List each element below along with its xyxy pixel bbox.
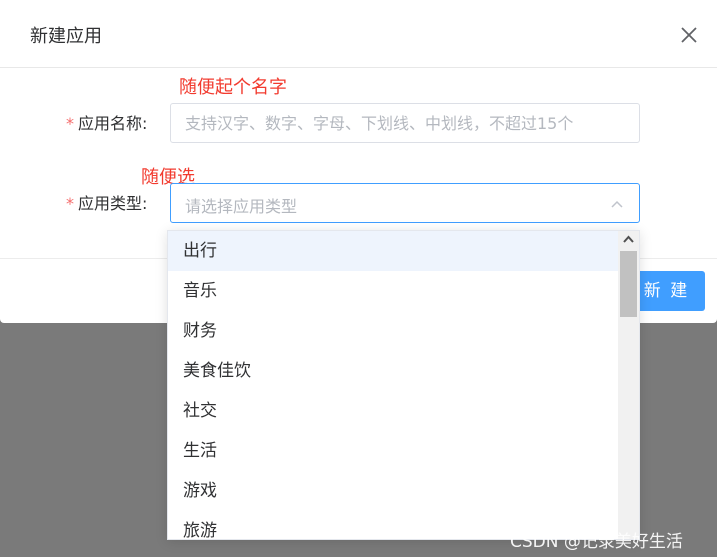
dropdown-option[interactable]: 出行 (168, 231, 618, 271)
required-mark: * (66, 114, 74, 133)
app-type-label: * 应用类型: (66, 194, 147, 214)
dropdown-option[interactable]: 社交 (168, 391, 618, 431)
page: 新建应用 随便起个名字 *应用名称: 随便选 *应用类型: 请选择应用类型 (0, 0, 717, 557)
scroll-up-icon[interactable] (618, 231, 639, 249)
app-type-dropdown: 出行 音乐 财务 美食佳饮 社交 生活 游戏 旅游 (167, 230, 640, 540)
scrollbar-thumb[interactable] (620, 251, 637, 317)
dialog-title: 新建应用 (30, 26, 102, 47)
chevron-up-icon (609, 196, 625, 212)
dialog-header: 新建应用 (0, 0, 717, 68)
dropdown-option[interactable]: 音乐 (168, 271, 618, 311)
app-name-label-text: 应用名称: (78, 114, 148, 133)
app-type-select-placeholder: 请选择应用类型 (185, 197, 298, 216)
app-type-label-text: 应用类型: (78, 194, 148, 213)
dropdown-scrollbar[interactable] (618, 231, 639, 539)
name-hint-annotation: 随便起个名字 (179, 77, 287, 98)
watermark: CSDN @记录美好生活 (510, 532, 683, 552)
dropdown-option[interactable]: 生活 (168, 431, 618, 471)
dropdown-list: 出行 音乐 财务 美食佳饮 社交 生活 游戏 旅游 (168, 231, 618, 539)
close-icon[interactable] (678, 24, 700, 46)
app-type-select[interactable]: 请选择应用类型 (170, 183, 640, 223)
app-name-input[interactable] (170, 103, 640, 143)
dropdown-option[interactable]: 美食佳饮 (168, 351, 618, 391)
dropdown-option[interactable]: 财务 (168, 311, 618, 351)
app-name-label: * 应用名称: (66, 114, 147, 134)
required-mark: * (66, 194, 74, 213)
dropdown-option[interactable]: 游戏 (168, 471, 618, 511)
